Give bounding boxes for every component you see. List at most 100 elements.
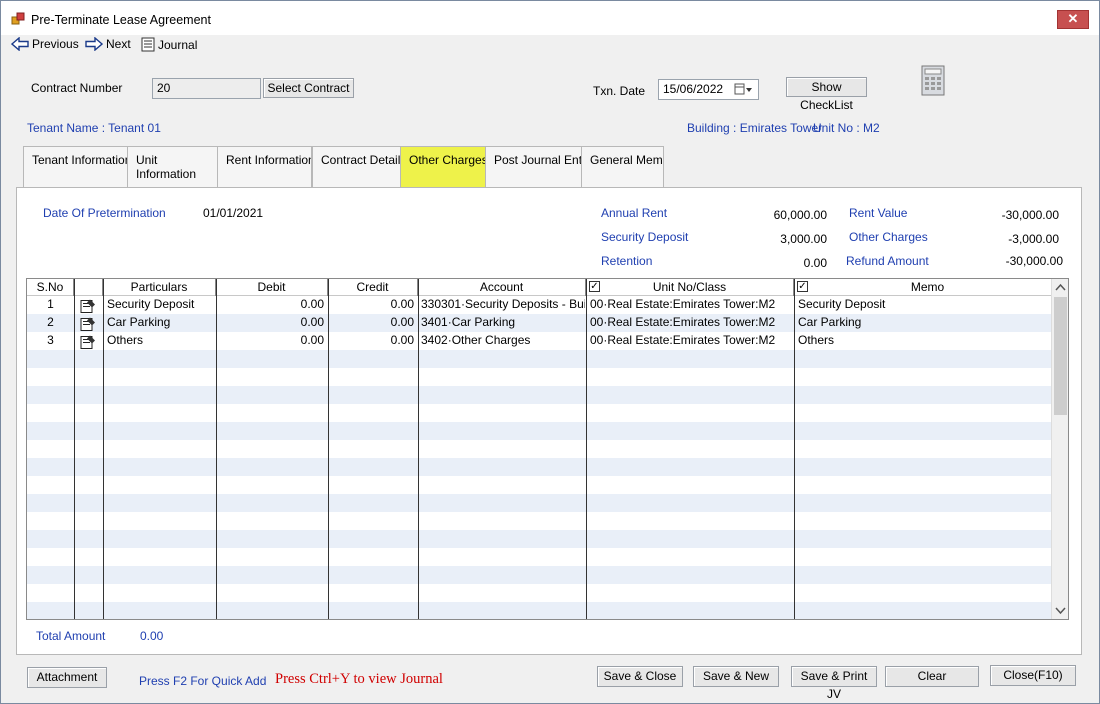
table-row[interactable]: 3 Others 0.00 0.00 3402·Other Charges 00… xyxy=(27,332,1061,350)
row-unit[interactable]: 00·Real Estate:Emirates Tower:M2 xyxy=(590,296,793,314)
col-debit-header[interactable]: Debit xyxy=(216,279,328,296)
grid-row-band xyxy=(27,566,1061,584)
column-divider xyxy=(103,279,104,619)
row-unit[interactable]: 00·Real Estate:Emirates Tower:M2 xyxy=(590,314,793,332)
table-row[interactable]: 2 Car Parking 0.00 0.00 3401·Car Parking… xyxy=(27,314,1061,332)
col-memo-header[interactable]: ✓ Memo xyxy=(794,279,1061,296)
grid-row-band xyxy=(27,494,1061,512)
app-icon xyxy=(11,12,25,25)
scroll-up-icon[interactable] xyxy=(1055,283,1066,291)
col-account-header[interactable]: Account xyxy=(418,279,586,296)
row-particulars[interactable]: Others xyxy=(107,332,215,350)
journal-button[interactable]: Journal xyxy=(141,37,197,52)
security-deposit-value: 3,000.00 xyxy=(780,232,827,246)
tab-post-journal-entry[interactable]: Post Journal Entry xyxy=(485,146,582,187)
row-credit[interactable]: 0.00 xyxy=(328,296,414,314)
row-credit[interactable]: 0.00 xyxy=(328,314,414,332)
annual-rent-value: 60,000.00 xyxy=(773,208,827,222)
grid-row-band xyxy=(27,530,1061,548)
tab-unit-information[interactable]: Unit Information xyxy=(127,146,218,187)
row-sno: 2 xyxy=(47,315,54,329)
row-sno: 1 xyxy=(47,297,54,311)
close-window-button[interactable]: ✕ xyxy=(1057,10,1089,29)
row-account[interactable]: 3402·Other Charges xyxy=(421,332,585,350)
memo-column-checkbox[interactable]: ✓ xyxy=(797,281,808,292)
row-particulars[interactable]: Car Parking xyxy=(107,314,215,332)
row-debit[interactable]: 0.00 xyxy=(216,296,324,314)
column-divider xyxy=(418,279,419,619)
close-f10-button[interactable]: Close(F10) xyxy=(990,665,1076,686)
journal-icon xyxy=(141,37,155,52)
col-icon-header[interactable] xyxy=(74,279,103,296)
row-particulars[interactable]: Security Deposit xyxy=(107,296,215,314)
contract-number-label: Contract Number xyxy=(31,81,123,95)
row-debit[interactable]: 0.00 xyxy=(216,332,324,350)
row-debit[interactable]: 0.00 xyxy=(216,314,324,332)
column-divider xyxy=(74,279,75,619)
previous-button[interactable]: Previous xyxy=(11,37,79,51)
previous-label: Previous xyxy=(32,37,79,51)
edit-document-icon[interactable] xyxy=(80,297,96,315)
col-unit-header[interactable]: ✓ Unit No/Class xyxy=(586,279,794,296)
txn-date-field[interactable]: 15/06/2022 xyxy=(658,79,759,100)
pretermination-date-label: Date Of Pretermination xyxy=(43,206,166,220)
rent-value-value: -30,000.00 xyxy=(1001,208,1059,222)
save-close-button[interactable]: Save & Close xyxy=(597,666,683,687)
window-title: Pre-Terminate Lease Agreement xyxy=(31,13,211,27)
scroll-down-icon[interactable] xyxy=(1055,607,1066,615)
row-account[interactable]: 330301·Security Deposits - Build xyxy=(421,296,585,314)
arrow-left-icon xyxy=(11,37,29,51)
calculator-icon[interactable] xyxy=(921,65,945,96)
grid-row-band xyxy=(27,458,1061,476)
calendar-dropdown-icon[interactable] xyxy=(734,83,754,96)
scroll-thumb[interactable] xyxy=(1054,297,1067,415)
save-new-button[interactable]: Save & New xyxy=(693,666,779,687)
unit-column-checkbox[interactable]: ✓ xyxy=(589,281,600,292)
grid-scrollbar[interactable] xyxy=(1051,279,1068,619)
col-particulars-header[interactable]: Particulars xyxy=(103,279,216,296)
tab-contract-details[interactable]: Contract Details xyxy=(312,146,401,187)
tab-general-memo[interactable]: General Memo xyxy=(581,146,664,187)
row-unit[interactable]: 00·Real Estate:Emirates Tower:M2 xyxy=(590,332,793,350)
journal-shortcut-hint: Press Ctrl+Y to view Journal xyxy=(275,671,443,687)
next-label: Next xyxy=(106,37,131,51)
row-credit[interactable]: 0.00 xyxy=(328,332,414,350)
column-divider xyxy=(586,279,587,619)
save-print-jv-button[interactable]: Save & Print JV xyxy=(791,666,877,701)
tab-other-charges[interactable]: Other Charges xyxy=(400,146,486,188)
other-charges-value: -3,000.00 xyxy=(1008,232,1059,246)
row-memo[interactable]: Security Deposit xyxy=(798,296,1058,314)
edit-document-icon[interactable] xyxy=(80,333,96,351)
column-divider xyxy=(216,279,217,619)
row-memo[interactable]: Car Parking xyxy=(798,314,1058,332)
attachment-button[interactable]: Attachment xyxy=(27,667,107,688)
edit-document-icon[interactable] xyxy=(80,315,96,333)
other-charges-panel: Date Of Pretermination 01/01/2021 Annual… xyxy=(16,187,1082,655)
pretermination-date-value: 01/01/2021 xyxy=(203,206,264,220)
charges-grid: S.No Particulars Debit Credit Account ✓ … xyxy=(26,278,1069,620)
contract-number-field[interactable]: 20 xyxy=(152,78,261,99)
row-account[interactable]: 3401·Car Parking xyxy=(421,314,585,332)
tab-tenant-information[interactable]: Tenant Information xyxy=(23,146,128,187)
total-amount-label: Total Amount xyxy=(36,629,106,643)
col-sno-header[interactable]: S.No xyxy=(27,279,74,296)
row-sno: 3 xyxy=(47,333,54,347)
table-row[interactable]: 1 Security Deposit 0.00 0.00 330301·Secu… xyxy=(27,296,1061,314)
col-credit-header[interactable]: Credit xyxy=(328,279,418,296)
retention-value: 0.00 xyxy=(803,256,827,270)
tab-rent-information[interactable]: Rent Information xyxy=(217,146,312,187)
row-memo[interactable]: Others xyxy=(798,332,1058,350)
annual-rent-label: Annual Rent xyxy=(601,206,668,220)
grid-header: S.No Particulars Debit Credit Account ✓ … xyxy=(27,279,1061,296)
memo-column-label: Memo xyxy=(910,280,945,294)
pre-terminate-window: Pre-Terminate Lease Agreement ✕ Previous… xyxy=(0,0,1100,704)
refund-amount-label: Refund Amount xyxy=(846,254,929,268)
next-button[interactable]: Next xyxy=(85,37,131,51)
arrow-right-icon xyxy=(85,37,103,51)
refund-amount-value: -30,000.00 xyxy=(1005,254,1063,268)
select-contract-button[interactable]: Select Contract xyxy=(263,78,354,98)
show-checklist-button[interactable]: Show CheckList xyxy=(786,77,867,112)
txn-date-label: Txn. Date xyxy=(593,84,646,98)
clear-button[interactable]: Clear xyxy=(885,666,979,687)
toolbar: Previous Next Journal xyxy=(1,35,301,57)
